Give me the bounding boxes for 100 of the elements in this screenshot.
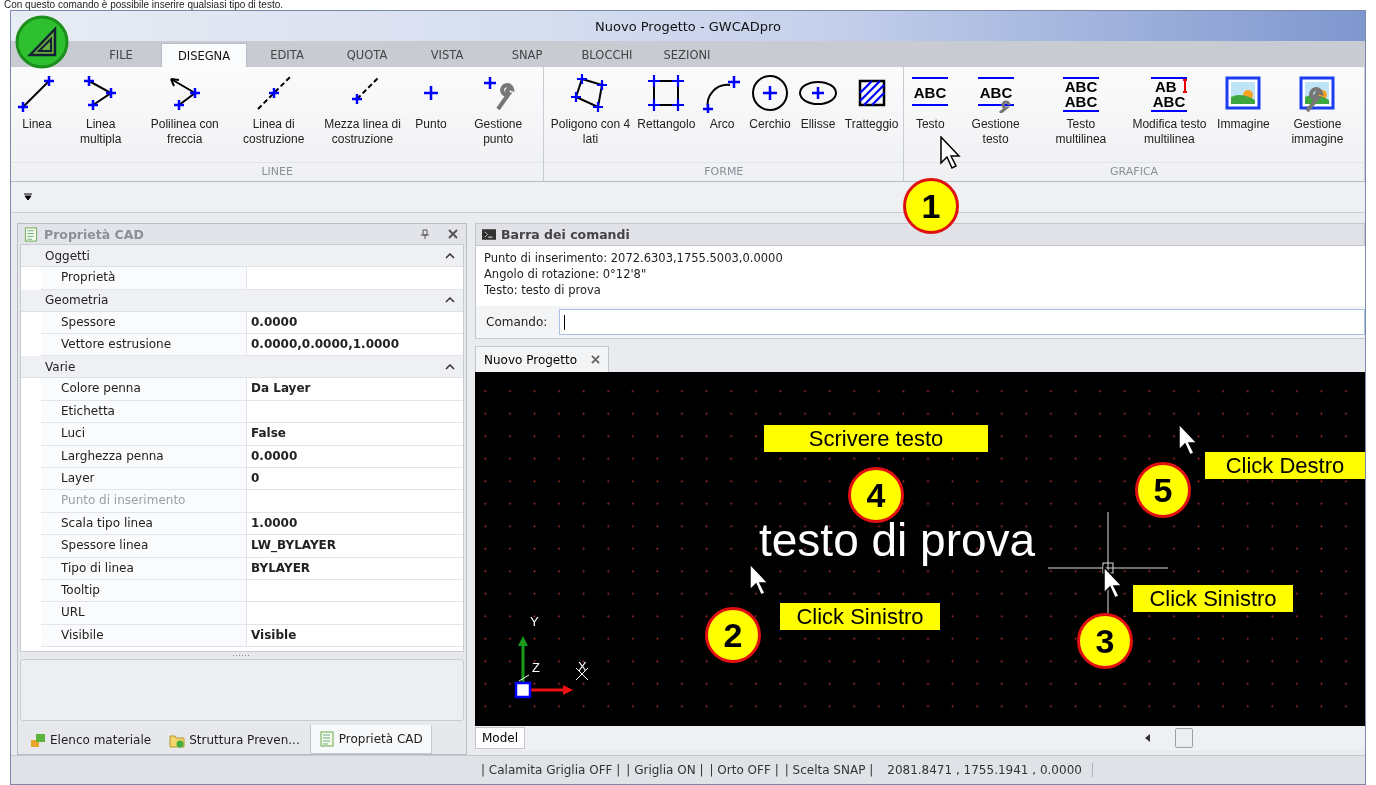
axis-label: Y xyxy=(530,615,539,629)
pin-icon[interactable] xyxy=(420,229,430,240)
prompt-label: Comando: xyxy=(486,315,548,329)
ribbon-tool-button[interactable]: Ellisse xyxy=(794,71,843,162)
ribbon-group-title: LINEE xyxy=(11,162,544,181)
panel-title: Proprietà CAD xyxy=(44,226,145,242)
ribbon-tool-button[interactable]: Cerchio xyxy=(746,71,795,162)
ribbon-tool-button[interactable]: Tratteggio xyxy=(842,71,902,162)
terminal-icon xyxy=(482,227,496,242)
ribbon-group-title: FORME xyxy=(544,162,904,181)
coordinates-readout: 2081.8471 , 1755.1941 , 0.0000 xyxy=(887,763,1093,777)
ribbon-tool-button[interactable]: Mezza linea di costruzione xyxy=(318,71,407,162)
splitter-grip-icon[interactable] xyxy=(232,654,252,658)
ribbon-tab[interactable]: BLOCCHI xyxy=(567,43,647,67)
collapse-icon[interactable] xyxy=(445,252,455,259)
history-line: Punto di inserimento: 2072.6303,1755.5003,0.0000 xyxy=(484,250,784,266)
ribbon-tool-button[interactable]: ABC Gestione testo xyxy=(954,71,1037,162)
property-value[interactable]: 0.0000 xyxy=(247,445,463,468)
status-item[interactable]: | Orto OFF | xyxy=(709,763,779,777)
dropdown-icon[interactable] xyxy=(23,193,33,201)
property-value[interactable]: 0.0000 xyxy=(247,311,463,334)
panel-tab[interactable]: Elenco materiale xyxy=(22,725,160,754)
property-name: Layer xyxy=(41,468,247,490)
property-name: URL xyxy=(41,602,247,624)
ribbon-tab[interactable]: EDITA xyxy=(247,43,327,67)
close-icon[interactable] xyxy=(591,355,600,364)
property-value[interactable]: Da Layer xyxy=(247,378,463,400)
axis-label: X xyxy=(578,660,587,674)
history-line: Angolo di rotazione: 0°12'8" xyxy=(484,266,648,282)
property-value[interactable]: BYLAYER xyxy=(247,557,463,579)
property-name: Etichetta xyxy=(41,400,247,423)
property-name: Tooltip xyxy=(41,580,247,602)
close-icon[interactable] xyxy=(448,229,458,240)
document-icon xyxy=(318,731,335,747)
ribbon-tab[interactable]: FILE xyxy=(81,43,161,67)
blocks-icon xyxy=(30,731,46,748)
property-name: Proprietà xyxy=(41,267,247,289)
status-item[interactable]: | Griglia ON | xyxy=(626,763,704,777)
ribbon-tool-button[interactable]: Arco xyxy=(698,71,747,162)
status-item[interactable]: | Scelta SNAP | xyxy=(784,763,874,777)
collapse-icon[interactable] xyxy=(445,297,455,304)
property-name: Punto di inserimento xyxy=(41,490,247,512)
window-title: Nuovo Progetto - GWCADpro xyxy=(595,18,781,34)
category-label: Geometria xyxy=(45,293,110,308)
collapse-icon[interactable] xyxy=(445,363,455,370)
drawing-tool-icon xyxy=(702,73,743,113)
ribbon-tool-button[interactable]: ABC Testo xyxy=(906,71,955,162)
mouse-pointer-icon xyxy=(940,136,962,170)
property-name: Luci xyxy=(41,423,247,445)
axis-label: Z xyxy=(532,661,540,675)
property-value[interactable]: Visible xyxy=(247,624,463,647)
ribbon-tool-button[interactable]: Linea xyxy=(13,71,61,162)
layout-tab[interactable]: Model xyxy=(475,727,526,749)
panel-tab[interactable]: Struttura Preven... xyxy=(161,725,308,754)
property-name: Colore penna xyxy=(41,378,247,400)
ribbon-tool-button[interactable]: Rettangolo xyxy=(634,71,699,162)
ribbon-tool-button[interactable]: Gestione immagine xyxy=(1272,71,1362,162)
ribbon-tab[interactable]: SNAP xyxy=(487,43,567,67)
callout-label: Click Sinistro xyxy=(780,603,940,630)
property-value[interactable]: False xyxy=(247,423,463,445)
property-name: Vettore estrusione xyxy=(41,334,247,356)
ribbon-tool-button[interactable]: Punto xyxy=(407,71,455,162)
property-name: Visibile xyxy=(41,624,247,647)
ribbon-tool-button[interactable]: Immagine xyxy=(1214,71,1273,162)
ribbon-tool-button[interactable]: Linea multipla xyxy=(61,71,141,162)
callout-label: Scrivere testo xyxy=(764,425,988,452)
drawing-tool-icon xyxy=(17,73,57,113)
ribbon-tool-button[interactable]: AB ABC Modifica testo multilinea xyxy=(1124,71,1214,162)
drawing-tool-icon xyxy=(750,73,791,113)
ribbon-tab[interactable]: VISTA xyxy=(407,43,487,67)
ribbon-tab[interactable]: QUOTA xyxy=(327,43,407,67)
ribbon-tab[interactable]: SEZIONI xyxy=(647,43,727,67)
category-label: Varie xyxy=(45,359,77,374)
property-name: Spessore linea xyxy=(41,535,247,557)
history-line: Testo: testo di prova xyxy=(484,282,602,298)
property-value[interactable]: 0.0000,0.0000,1.0000 xyxy=(247,334,463,356)
panel-title: Barra dei comandi xyxy=(501,227,631,242)
ribbon-tool-button[interactable]: ABC ABC Testo multilinea xyxy=(1036,71,1125,162)
ribbon-tab[interactable]: DISEGNA xyxy=(161,43,247,67)
drawing-tool-icon xyxy=(646,73,687,113)
ribbon-tool-button[interactable]: Linea di costruzione xyxy=(229,71,319,162)
panel-tab[interactable]: Proprietà CAD xyxy=(309,725,432,754)
document-tab[interactable]: Nuovo Progetto xyxy=(475,346,609,372)
property-name: Tipo di linea xyxy=(41,557,247,579)
status-item[interactable]: | Calamita Griglia OFF | xyxy=(481,763,621,777)
scroll-left-icon[interactable] xyxy=(1145,734,1151,742)
ribbon-tool-button[interactable]: Gestione punto xyxy=(455,71,542,162)
property-value[interactable]: 0 xyxy=(247,468,463,490)
property-value[interactable]: LW_BYLAYER xyxy=(247,535,463,557)
command-input-field[interactable] xyxy=(559,309,1365,335)
property-value[interactable]: 1.0000 xyxy=(247,512,463,535)
callout-label: Click Sinistro xyxy=(1133,585,1293,612)
ribbon-tool-button[interactable]: Polilinea con freccia xyxy=(140,71,230,162)
app-logo-icon[interactable] xyxy=(15,15,69,69)
property-name: Spessore xyxy=(41,311,247,334)
property-name: Larghezza penna xyxy=(41,445,247,468)
document-icon xyxy=(24,226,38,242)
category-label: Oggetti xyxy=(45,248,91,263)
ribbon-tool-button[interactable]: Poligono con 4 lati xyxy=(546,71,635,162)
callout-label: Click Destro xyxy=(1205,452,1365,479)
